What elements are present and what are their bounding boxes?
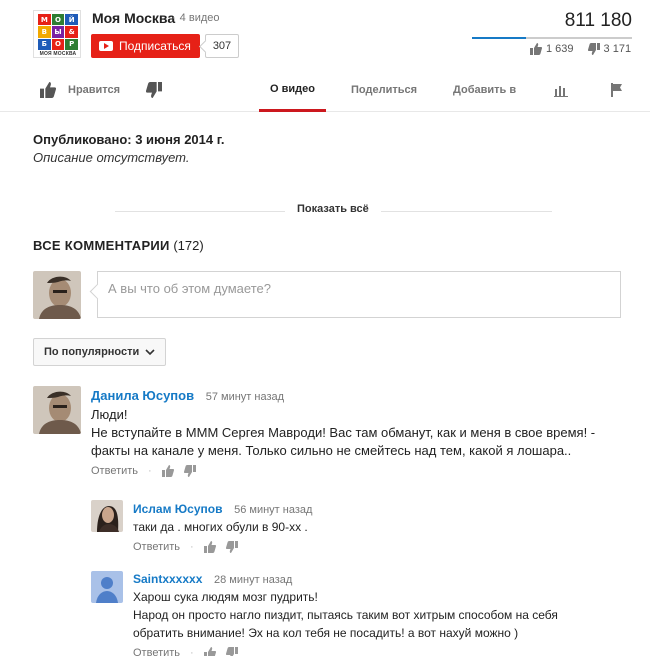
youtube-icon — [99, 41, 113, 51]
logo-caption: МОЯ МОСКВА — [39, 51, 77, 57]
tab-share[interactable]: Поделиться — [351, 68, 417, 112]
thumb-down-icon[interactable] — [225, 647, 238, 656]
channel-name[interactable]: Моя Москва — [92, 10, 175, 26]
subscriber-count: 307 — [205, 34, 239, 58]
description-text: Описание отсутствует. — [33, 150, 190, 165]
separator-dot: · — [148, 465, 152, 477]
sort-dropdown[interactable]: По популярности — [33, 338, 166, 366]
reply-time[interactable]: 28 минут назад — [214, 574, 292, 586]
comment-text: Люди! Не вступайте в МММ Сергея Мавроди!… — [91, 406, 631, 460]
reply: Saintxxxxxx 28 минут назад Харош сука лю… — [133, 571, 633, 656]
thumb-down-icon — [146, 82, 162, 98]
comment-actions: Ответить · — [91, 465, 631, 477]
sort-label: По популярности — [44, 346, 140, 358]
comment-line: Харош сука людям мозг пудрить! — [133, 590, 318, 604]
comment-line: обратить внимание! Эх на кол тебя не пос… — [133, 626, 519, 640]
reply-button[interactable]: Ответить — [91, 465, 138, 477]
tab-add-to-label: Добавить в — [453, 84, 517, 96]
chevron-down-icon — [145, 348, 155, 355]
comment-avatar[interactable] — [33, 386, 81, 434]
separator-dot: · — [190, 647, 194, 656]
subscribe-label: Подписаться — [119, 39, 191, 53]
comment-line: факты на канале у меня. Только сильно не… — [91, 443, 572, 458]
comments-heading: ВСЕ КОММЕНТАРИИ (172) — [33, 238, 204, 253]
tab-statistics[interactable] — [554, 68, 568, 112]
comment-input-placeholder: А вы что об этом думаете? — [108, 281, 271, 296]
video-count: · 4 видео — [172, 12, 220, 24]
bar-chart-icon — [554, 86, 568, 97]
tab-about-label: О видео — [270, 82, 315, 95]
like-label: Нравится — [68, 84, 121, 96]
logo-letter: М — [38, 14, 51, 26]
logo-letter: Й — [65, 14, 78, 26]
reply-time[interactable]: 56 минут назад — [234, 504, 312, 516]
tab-report[interactable] — [610, 68, 624, 112]
reply-text: таки да . многих обули в 90-хх . — [133, 518, 633, 536]
reply-author[interactable]: Saintxxxxxx — [133, 572, 202, 586]
reply-button[interactable]: Ответить — [133, 541, 180, 553]
view-count: 811 180 — [564, 10, 632, 31]
default-avatar-icon — [91, 571, 123, 603]
comment-line: Люди! — [91, 407, 128, 422]
thumb-up-icon[interactable] — [161, 465, 174, 477]
reply: Ислам Юсупов 56 минут назад таки да . мн… — [133, 501, 633, 553]
thumb-down-icon[interactable] — [225, 541, 238, 553]
avatar-photo — [33, 271, 81, 319]
channel-logo[interactable]: М О Й В Ы & Б О Р МОЯ МОСКВА — [33, 10, 81, 58]
separator-dot: · — [190, 541, 194, 553]
likes-row: 1 639 3 171 — [530, 43, 631, 55]
logo-grid: М О Й В Ы & Б О Р — [38, 14, 78, 50]
reply-avatar[interactable] — [91, 571, 123, 603]
dislike-count: 3 171 — [603, 43, 632, 55]
comments-title: ВСЕ КОММЕНТАРИИ — [33, 238, 170, 253]
comment-line: таки да . многих обули в 90-хх . — [133, 520, 308, 534]
current-user-avatar — [33, 271, 81, 319]
comment: Данила Юсупов 57 минут назад Люди! Не вс… — [91, 388, 631, 477]
channel-header: М О Й В Ы & Б О Р МОЯ МОСКВА Моя Москва · 4 видео… — [0, 0, 650, 68]
tab-share-label: Поделиться — [351, 84, 418, 96]
thumb-up-icon[interactable] — [203, 541, 216, 553]
reply-button[interactable]: Ответить — [133, 647, 180, 656]
logo-letter: & — [65, 26, 78, 38]
tab-about[interactable]: О видео — [259, 68, 326, 112]
reply-actions: Ответить · — [133, 541, 633, 553]
thumb-down-icon[interactable] — [587, 43, 600, 55]
comment-line: Не вступайте в МММ Сергея Мавроди! Вас т… — [91, 425, 596, 440]
avatar-photo — [91, 500, 123, 532]
reply-avatar[interactable] — [91, 500, 123, 532]
video-count-label: 4 видео — [179, 12, 220, 24]
logo-letter: О — [51, 14, 65, 26]
comment-line: Народ он просто нагло пиздит, пытаясь та… — [133, 608, 558, 622]
logo-letter: В — [38, 26, 51, 38]
show-more-button[interactable]: Показать всё — [285, 203, 381, 215]
dislike-button[interactable] — [146, 68, 162, 112]
avatar-photo — [33, 386, 81, 434]
logo-letter: Р — [65, 38, 78, 50]
action-tabs: Нравится О видео Поделиться Добавить в — [0, 68, 650, 112]
subscribe-button[interactable]: Подписаться — [91, 34, 200, 58]
thumb-up-icon[interactable] — [203, 647, 216, 656]
logo-letter: Б — [38, 38, 51, 50]
comment-input[interactable]: А вы что об этом думаете? — [97, 271, 621, 318]
logo-letter: Ы — [51, 26, 65, 38]
publish-date: Опубликовано: 3 июня 2014 г. — [33, 132, 225, 147]
comment-time[interactable]: 57 минут назад — [206, 391, 284, 403]
rating-bar — [472, 37, 632, 39]
logo-letter: О — [51, 38, 65, 50]
comments-count: (172) — [173, 238, 204, 253]
flag-icon — [611, 83, 622, 97]
like-count: 1 639 — [546, 43, 574, 55]
rating-fill — [472, 37, 527, 39]
thumb-down-icon[interactable] — [183, 465, 196, 477]
tab-add-to[interactable]: Добавить в — [453, 68, 516, 112]
reply-actions: Ответить · — [133, 647, 633, 656]
like-button[interactable]: Нравится — [40, 68, 120, 112]
thumb-up-icon — [40, 82, 56, 98]
reply-text: Харош сука людям мозг пудрить! Народ он … — [133, 588, 633, 642]
thumb-up-icon[interactable] — [530, 43, 542, 55]
reply-author[interactable]: Ислам Юсупов — [133, 502, 222, 516]
comment-author[interactable]: Данила Юсупов — [91, 388, 194, 403]
